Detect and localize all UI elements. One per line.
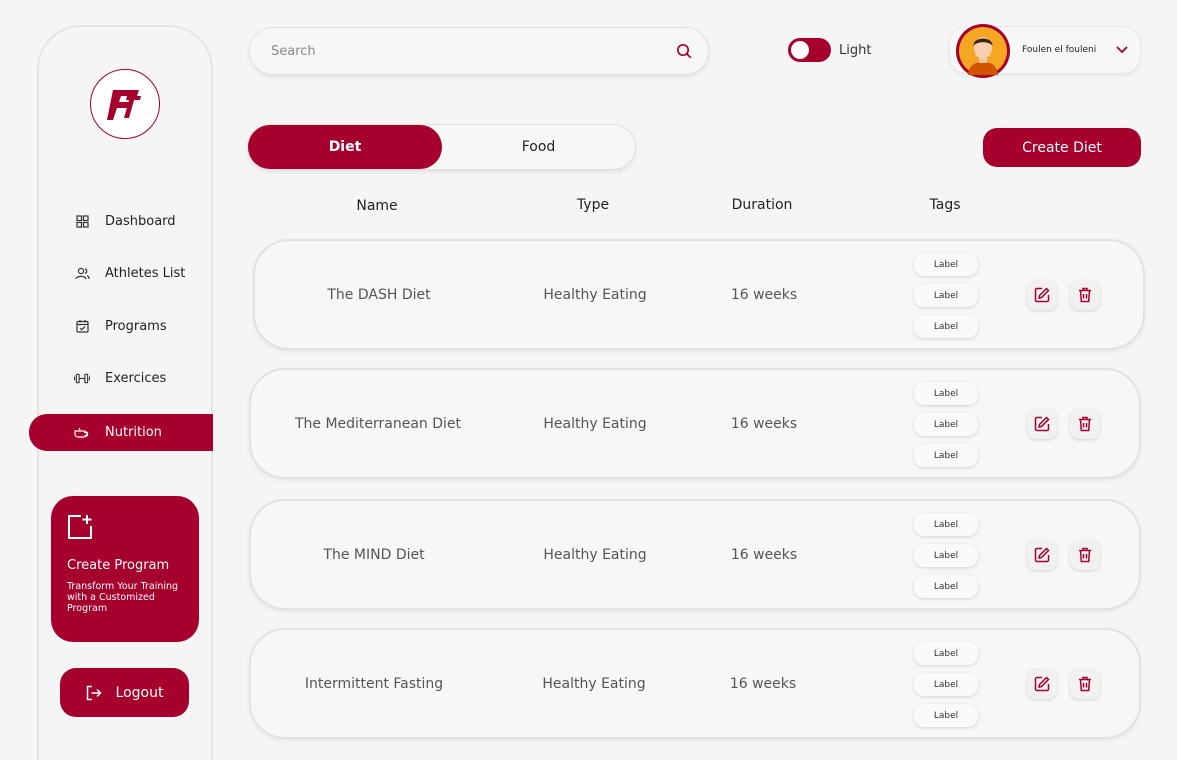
diet-name: The MIND Diet: [323, 546, 425, 563]
diet-name: Intermittent Fasting: [304, 675, 444, 692]
search-bar: [249, 27, 709, 75]
logout-label: Logout: [115, 684, 164, 701]
trash-icon: [1078, 416, 1092, 432]
table-row[interactable]: Intermittent Fasting Healthy Eating 16 w…: [249, 628, 1141, 739]
dumbbell-icon: [74, 370, 90, 386]
tag-list: Label Label Label: [914, 513, 978, 598]
search-icon[interactable]: [676, 43, 692, 59]
diet-type: Healthy Eating: [542, 675, 646, 692]
delete-button[interactable]: [1070, 408, 1100, 439]
tag-chip[interactable]: Label: [914, 413, 978, 436]
theme-toggle[interactable]: [788, 38, 831, 62]
tag-chip[interactable]: Label: [914, 444, 978, 467]
edit-icon: [1034, 675, 1050, 692]
edit-icon: [1034, 546, 1050, 563]
table-row[interactable]: The MIND Diet Healthy Eating 16 weeks La…: [249, 499, 1141, 610]
search-input[interactable]: [271, 43, 676, 59]
sidebar-item-dashboard[interactable]: Dashboard: [74, 203, 176, 239]
edit-icon: [1034, 415, 1050, 432]
diet-name: The DASH Diet: [327, 286, 431, 303]
avatar: [956, 24, 1010, 78]
delete-button[interactable]: [1070, 279, 1100, 310]
sidebar-item-label: Programs: [105, 318, 167, 334]
diet-food-tabs: Diet Food: [247, 124, 636, 170]
create-program-card[interactable]: Create Program Transform Your Training w…: [51, 496, 199, 642]
tag-chip[interactable]: Label: [914, 382, 978, 405]
table-row[interactable]: The Mediterranean Diet Healthy Eating 16…: [249, 368, 1141, 479]
diet-duration: 16 weeks: [729, 675, 797, 692]
tag-chip[interactable]: Label: [914, 284, 978, 307]
chevron-down-icon: [1116, 46, 1128, 54]
users-icon: [74, 265, 90, 281]
column-header-name: Name: [356, 198, 398, 214]
trash-icon: [1078, 287, 1092, 303]
tag-chip[interactable]: Label: [914, 673, 978, 696]
toggle-knob: [791, 41, 809, 59]
edit-button[interactable]: [1027, 279, 1057, 310]
create-program-title: Create Program: [67, 558, 170, 573]
create-program-subtitle: Transform Your Training with a Customize…: [67, 581, 179, 614]
column-header-tags: Tags: [929, 197, 961, 213]
diet-name: The Mediterranean Diet: [294, 415, 462, 432]
calendar-check-icon: [74, 318, 90, 334]
tag-chip[interactable]: Label: [914, 315, 978, 338]
user-name: Foulen el fouleni: [1022, 45, 1097, 55]
diet-duration: 16 weeks: [730, 546, 798, 563]
tab-food[interactable]: Food: [442, 125, 635, 169]
sidebar-item-label: Dashboard: [105, 213, 176, 229]
logout-icon: [86, 685, 102, 701]
user-profile-dropdown[interactable]: Foulen el fouleni: [949, 24, 1141, 78]
diet-duration: 16 weeks: [730, 415, 798, 432]
tag-chip[interactable]: Label: [914, 575, 978, 598]
create-diet-button[interactable]: Create Diet: [983, 128, 1141, 167]
diet-type: Healthy Eating: [543, 546, 647, 563]
edit-icon: [1034, 286, 1050, 303]
edit-button[interactable]: [1027, 539, 1057, 570]
trash-icon: [1078, 547, 1092, 563]
grid-icon: [74, 213, 90, 229]
sidebar-item-programs[interactable]: Programs: [74, 308, 167, 344]
sidebar-item-label: Athletes List: [105, 265, 186, 281]
tag-chip[interactable]: Label: [914, 704, 978, 727]
add-square-icon: [67, 514, 183, 544]
sidebar-item-nutrition[interactable]: Nutrition: [29, 414, 213, 451]
sidebar-item-label: Nutrition: [105, 425, 162, 440]
ft-logo-icon[interactable]: [90, 69, 160, 139]
diet-duration: 16 weeks: [730, 286, 798, 303]
sidebar-item-exercices[interactable]: Exercices: [74, 360, 166, 396]
diet-type: Healthy Eating: [543, 286, 647, 303]
sidebar-item-athletes-list[interactable]: Athletes List: [74, 255, 185, 291]
edit-button[interactable]: [1027, 408, 1057, 439]
tab-diet[interactable]: Diet: [248, 125, 442, 169]
column-header-type: Type: [576, 197, 610, 213]
edit-button[interactable]: [1027, 668, 1057, 699]
logout-button[interactable]: Logout: [60, 668, 189, 717]
theme-label: Light: [839, 42, 872, 58]
tag-chip[interactable]: Label: [914, 544, 978, 567]
sidebar-item-label: Exercices: [105, 370, 167, 386]
nutrition-icon: [74, 425, 90, 441]
tag-chip[interactable]: Label: [914, 513, 978, 536]
delete-button[interactable]: [1070, 539, 1100, 570]
table-row[interactable]: The DASH Diet Healthy Eating 16 weeks La…: [253, 239, 1145, 350]
tag-list: Label Label Label: [914, 642, 978, 727]
theme-toggle-group: Light: [788, 38, 871, 62]
delete-button[interactable]: [1070, 668, 1100, 699]
diet-type: Healthy Eating: [543, 415, 647, 432]
tag-list: Label Label Label: [914, 382, 978, 467]
column-header-duration: Duration: [731, 197, 793, 213]
tag-chip[interactable]: Label: [914, 253, 978, 276]
trash-icon: [1078, 676, 1092, 692]
tag-chip[interactable]: Label: [914, 642, 978, 665]
tag-list: Label Label Label: [914, 253, 978, 338]
